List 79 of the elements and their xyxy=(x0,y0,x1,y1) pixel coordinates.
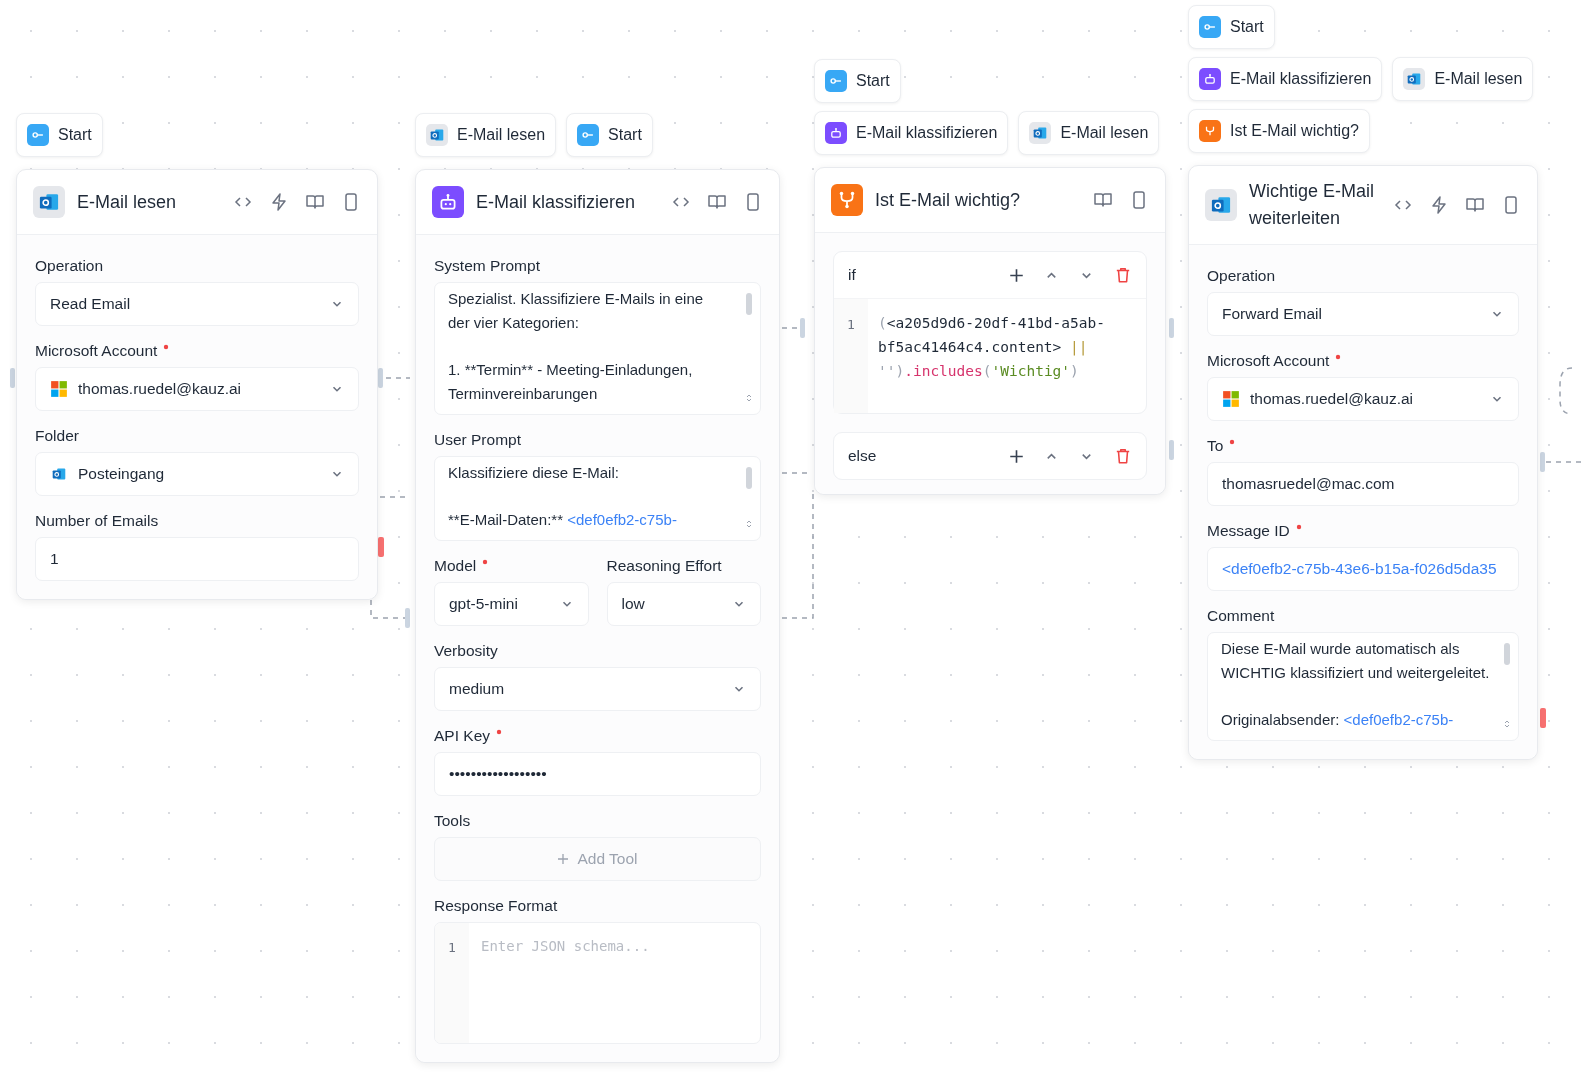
select-field[interactable]: Forward Email xyxy=(1207,292,1519,336)
field-label: Response Format xyxy=(434,897,558,915)
node-title: Wichtige E-Mail weiterleiten xyxy=(1249,180,1376,230)
four-squares-icon xyxy=(50,380,68,398)
input-chip[interactable]: E-Mail lesen xyxy=(1392,57,1534,101)
text-area[interactable]: Diese E-Mail wurde automatisch als WICHTIG klassifiziert und weitergeleitet. Originalabsender: <def0efb2-c75b- xyxy=(1207,632,1519,741)
field-label: System Prompt xyxy=(434,257,540,275)
book-icon[interactable] xyxy=(305,192,325,212)
scrollbar-thumb[interactable] xyxy=(1504,643,1510,665)
resize-icon[interactable] xyxy=(1503,718,1511,730)
input-field[interactable]: thomasruedel@mac.com xyxy=(1207,462,1519,506)
resize-icon[interactable] xyxy=(745,392,753,404)
line-number: 1 xyxy=(448,940,456,955)
scrollbar-thumb[interactable] xyxy=(746,467,752,489)
plus-icon[interactable] xyxy=(1009,267,1024,283)
node-card[interactable] xyxy=(415,169,780,1063)
node-title: E-Mail klassifizieren xyxy=(476,190,637,214)
book-icon[interactable] xyxy=(1465,195,1485,215)
field-label: Reasoning Effort xyxy=(606,557,722,575)
field-label: API Key xyxy=(434,727,490,745)
field-label: Tools xyxy=(434,812,471,830)
field-label: User Prompt xyxy=(434,431,521,449)
field-label: Microsoft Account xyxy=(35,342,158,360)
input-field[interactable]: <def0efb2-c75b-43e6-b15a-f026d5da35 xyxy=(1207,547,1519,591)
field-label: Operation xyxy=(35,257,104,275)
branch-icon xyxy=(1203,124,1217,138)
input-chip[interactable]: E-Mail lesen xyxy=(1018,111,1160,155)
condition-code[interactable]: (<a205d9d6-20df-41bd-a5ab- bf5ac41464c4.content> || '').includes('Wichtig') xyxy=(868,299,1115,413)
condition-label: else xyxy=(848,447,878,465)
node-title: Ist E-Mail wichtig? xyxy=(875,188,1022,212)
input-chip[interactable]: Start xyxy=(566,113,653,157)
node-card[interactable]: Ist E-Mail wichtig? if 1 (<a205d9d6-20df-41bd-a5ab- bf5ac41464c4.content> || '').includes('Wichtig') else xyxy=(814,167,1166,495)
field-label: Verbosity xyxy=(434,642,498,660)
select-field[interactable]: gpt-5-mini xyxy=(434,582,589,626)
input-field[interactable]: 1 xyxy=(35,537,359,581)
field-label: Operation xyxy=(1207,267,1276,285)
input-chip[interactable]: Ist E-Mail wichtig? xyxy=(1188,109,1370,153)
line-number: 1 xyxy=(847,317,855,332)
input-chip[interactable]: E-Mail lesen xyxy=(415,113,557,157)
select-field[interactable]: low xyxy=(606,582,761,626)
input-chip[interactable]: E-Mail klassifizieren xyxy=(1188,57,1383,101)
field-label: Message ID xyxy=(1207,522,1290,540)
scrollbar-thumb[interactable] xyxy=(746,293,752,315)
condition-label: if xyxy=(848,266,857,284)
four-squares-icon xyxy=(1222,390,1240,408)
input-field[interactable]: •••••••••••••••••• xyxy=(434,752,761,796)
select-field[interactable]: thomas.ruedel@kauz.ai xyxy=(1207,377,1519,421)
trash-icon[interactable] xyxy=(1114,447,1132,465)
plus-icon xyxy=(557,853,570,865)
field-label: Microsoft Account xyxy=(1207,352,1330,370)
field-label: Folder xyxy=(35,427,79,445)
trash-icon[interactable] xyxy=(1114,266,1132,284)
robot-icon xyxy=(829,126,843,140)
select-field[interactable]: Read Email xyxy=(35,282,359,326)
input-chip[interactable]: Start xyxy=(16,113,103,157)
node-title: E-Mail lesen xyxy=(77,190,178,214)
field-label: Number of Emails xyxy=(35,512,159,530)
input-chip[interactable]: E-Mail klassifizieren xyxy=(814,111,1009,155)
text-area[interactable]: Spezialist. Klassifiziere E-Mails in eine der vier Kategorien: 1. **Termin** - Meeting-Einladungen, Terminvereinbarungen xyxy=(434,282,761,415)
select-field[interactable]: thomas.ruedel@kauz.ai xyxy=(35,367,359,411)
lightning-icon[interactable] xyxy=(269,192,289,212)
code-editor[interactable]: 1 Enter JSON schema... xyxy=(434,922,761,1044)
field-label: Comment xyxy=(1207,607,1275,625)
robot-icon xyxy=(1203,72,1217,86)
plus-icon[interactable] xyxy=(1009,448,1024,464)
select-field[interactable]: Posteingang xyxy=(35,452,359,496)
resize-icon[interactable] xyxy=(745,518,753,530)
field-label: To xyxy=(1207,437,1224,455)
node-card[interactable]: E-Mail lesen Operation Read Email Microsoft Account thomas.ruedel@kauz.ai Folder Posteingang Number of Emails 1 xyxy=(16,169,378,600)
book-icon[interactable] xyxy=(1093,190,1113,210)
select-field[interactable]: medium xyxy=(434,667,761,711)
book-icon[interactable] xyxy=(707,192,727,212)
field-label: Model xyxy=(434,557,477,575)
lightning-icon[interactable] xyxy=(1429,195,1449,215)
text-area[interactable]: Klassifiziere diese E-Mail: **E-Mail-Daten:** <def0efb2-c75b- xyxy=(434,456,761,541)
input-chip[interactable]: Start xyxy=(814,59,901,103)
node-card[interactable] xyxy=(1188,165,1538,760)
input-chip[interactable]: Start xyxy=(1188,5,1275,49)
placeholder-text: Enter JSON schema... xyxy=(480,937,651,956)
